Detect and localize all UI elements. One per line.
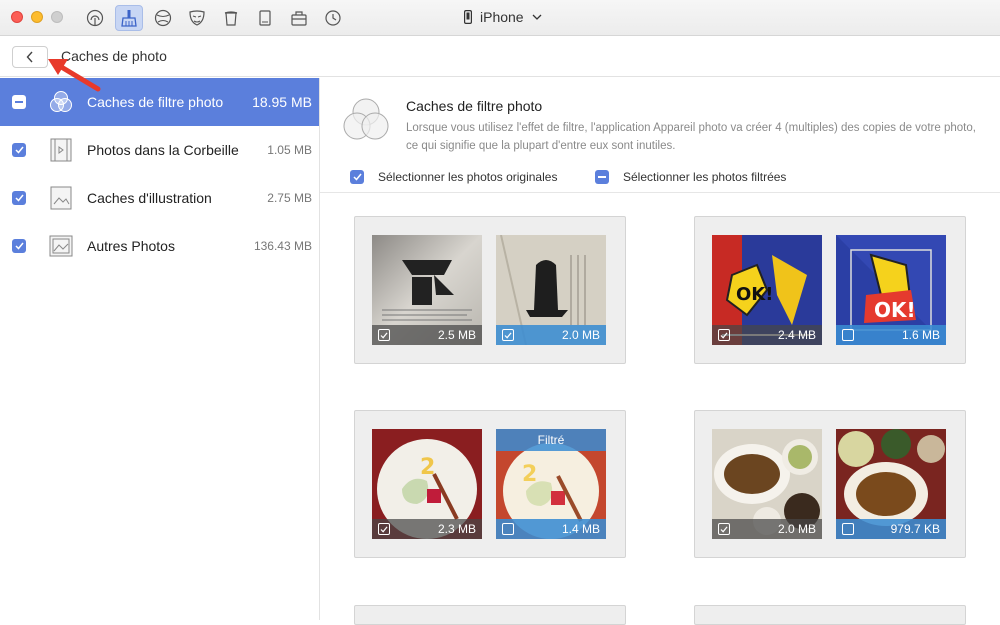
photo-thumbnail-original[interactable]: OK! 2.4 MB xyxy=(712,235,822,345)
thumbnail-info-bar: 2.4 MB xyxy=(712,325,822,345)
thumbnail-info-bar: 979.7 KB xyxy=(836,519,946,539)
photo-group: 2 2.3 MB 2 Filtré 1.4 MB xyxy=(354,410,626,558)
photo-group: OK! 2.4 MB OK! 1.6 MB xyxy=(694,216,966,364)
privacy-mask-icon[interactable] xyxy=(183,5,211,31)
photo-group xyxy=(694,605,966,625)
sidebar-item-label: Caches de filtre photo xyxy=(87,94,224,110)
filtered-badge: Filtré xyxy=(496,429,606,451)
checkbox[interactable] xyxy=(842,523,854,535)
sidebar-item-label: Caches d'illustration xyxy=(87,190,212,206)
svg-text:OK!: OK! xyxy=(736,284,773,305)
film-icon xyxy=(48,137,74,163)
page-header: Caches de photo xyxy=(0,37,1000,77)
photo-size: 2.0 MB xyxy=(777,522,816,536)
close-window-button[interactable] xyxy=(11,11,23,23)
checkbox[interactable] xyxy=(378,523,390,535)
photo-thumbnail-filtered[interactable]: 979.7 KB xyxy=(836,429,946,539)
sidebar-item-label: Autres Photos xyxy=(87,238,175,254)
sidebar-item-size: 136.43 MB xyxy=(253,239,312,253)
svg-text:OK!: OK! xyxy=(874,298,916,322)
filter-circles-icon xyxy=(343,98,389,140)
sidebar-item-size: 1.05 MB xyxy=(267,143,312,157)
history-clock-icon[interactable] xyxy=(319,5,347,31)
select-filtered-label: Sélectionner les photos filtrées xyxy=(623,170,787,184)
sidebar-item-trash-photos[interactable]: Photos dans la Corbeille 1.05 MB xyxy=(0,126,319,174)
book-icon[interactable] xyxy=(251,5,279,31)
cleaner-broom-icon[interactable] xyxy=(115,5,143,31)
select-originals-label: Sélectionner les photos originales xyxy=(378,170,558,184)
trash-icon[interactable] xyxy=(217,5,245,31)
photo-thumbnail-filtered[interactable]: 2 Filtré 1.4 MB xyxy=(496,429,606,539)
select-filtered-option[interactable]: Sélectionner les photos filtrées xyxy=(595,170,786,184)
section-description: Lorsque vous utilisez l'effet de filtre,… xyxy=(406,122,976,152)
photo-thumbnail-original[interactable]: 2 2.3 MB xyxy=(372,429,482,539)
thumbnail-info-bar: 2.5 MB xyxy=(372,325,482,345)
checkbox[interactable] xyxy=(12,239,26,253)
checkbox[interactable] xyxy=(12,143,26,157)
partial-checkbox[interactable] xyxy=(595,170,609,184)
checkbox[interactable] xyxy=(718,523,730,535)
back-button[interactable] xyxy=(12,46,48,68)
photo-size: 1.6 MB xyxy=(901,328,940,342)
phone-icon xyxy=(464,10,472,24)
sidebar: Caches de filtre photo 18.95 MB Photos d… xyxy=(0,78,320,620)
thumbnail-info-bar: 2.0 MB xyxy=(496,325,606,345)
photo-size: 2.4 MB xyxy=(777,328,816,342)
thumbnail-info-bar: 1.4 MB xyxy=(496,519,606,539)
photo-size: 1.4 MB xyxy=(561,522,600,536)
chevron-down-icon xyxy=(532,14,542,20)
thumbnail-info-bar: 2.0 MB xyxy=(712,519,822,539)
photo-thumbnail-original[interactable]: 2.0 MB xyxy=(712,429,822,539)
sidebar-item-size: 2.75 MB xyxy=(267,191,312,205)
photo-group xyxy=(354,605,626,625)
photo-group: 2.0 MB 979.7 KB xyxy=(694,410,966,558)
photo-thumbnail-original[interactable]: 2.5 MB xyxy=(372,235,482,345)
photo-frame-icon xyxy=(48,233,74,259)
image-icon xyxy=(48,185,74,211)
photo-size: 2.3 MB xyxy=(437,522,476,536)
photo-thumbnail-filtered[interactable]: OK! 1.6 MB xyxy=(836,235,946,345)
internet-cleanup-globe-icon[interactable] xyxy=(149,5,177,31)
minimize-window-button[interactable] xyxy=(31,11,43,23)
photo-thumbnail-filtered[interactable]: 2.0 MB xyxy=(496,235,606,345)
photo-size: 2.0 MB xyxy=(561,328,600,342)
main-content: Caches de filtre photo Lorsque vous util… xyxy=(320,78,1000,625)
airbackup-icon[interactable] xyxy=(81,5,109,31)
photo-size: 2.5 MB xyxy=(437,328,476,342)
partial-checkbox[interactable] xyxy=(12,95,26,109)
device-selector[interactable]: iPhone xyxy=(464,9,542,25)
annotation-arrow-icon xyxy=(48,59,101,92)
checkbox[interactable] xyxy=(502,329,514,341)
device-name: iPhone xyxy=(480,9,524,25)
checkbox[interactable] xyxy=(12,191,26,205)
select-originals-option[interactable]: Sélectionner les photos originales xyxy=(350,170,557,184)
svg-text:2: 2 xyxy=(420,455,435,480)
checkbox[interactable] xyxy=(842,329,854,341)
thumbnail-info-bar: 1.6 MB xyxy=(836,325,946,345)
svg-text:2: 2 xyxy=(522,462,537,487)
chevron-left-icon xyxy=(26,51,33,63)
sidebar-item-other-photos[interactable]: Autres Photos 136.43 MB xyxy=(0,222,319,270)
checkbox[interactable] xyxy=(502,523,514,535)
photo-size: 979.7 KB xyxy=(890,522,940,536)
zoom-window-button[interactable] xyxy=(51,11,63,23)
section-title: Caches de filtre photo xyxy=(406,98,543,114)
checkbox[interactable] xyxy=(718,329,730,341)
checkbox[interactable] xyxy=(378,329,390,341)
checkbox[interactable] xyxy=(350,170,364,184)
sidebar-item-size: 18.95 MB xyxy=(252,94,312,110)
photo-group: 2.5 MB 2.0 MB xyxy=(354,216,626,364)
toolbox-icon[interactable] xyxy=(285,5,313,31)
sidebar-item-label: Photos dans la Corbeille xyxy=(87,142,239,158)
selection-options: Sélectionner les photos originales Sélec… xyxy=(320,166,1000,193)
sidebar-item-illustration-caches[interactable]: Caches d'illustration 2.75 MB xyxy=(0,174,319,222)
title-bar: iPhone xyxy=(0,0,1000,36)
thumbnail-info-bar: 2.3 MB xyxy=(372,519,482,539)
